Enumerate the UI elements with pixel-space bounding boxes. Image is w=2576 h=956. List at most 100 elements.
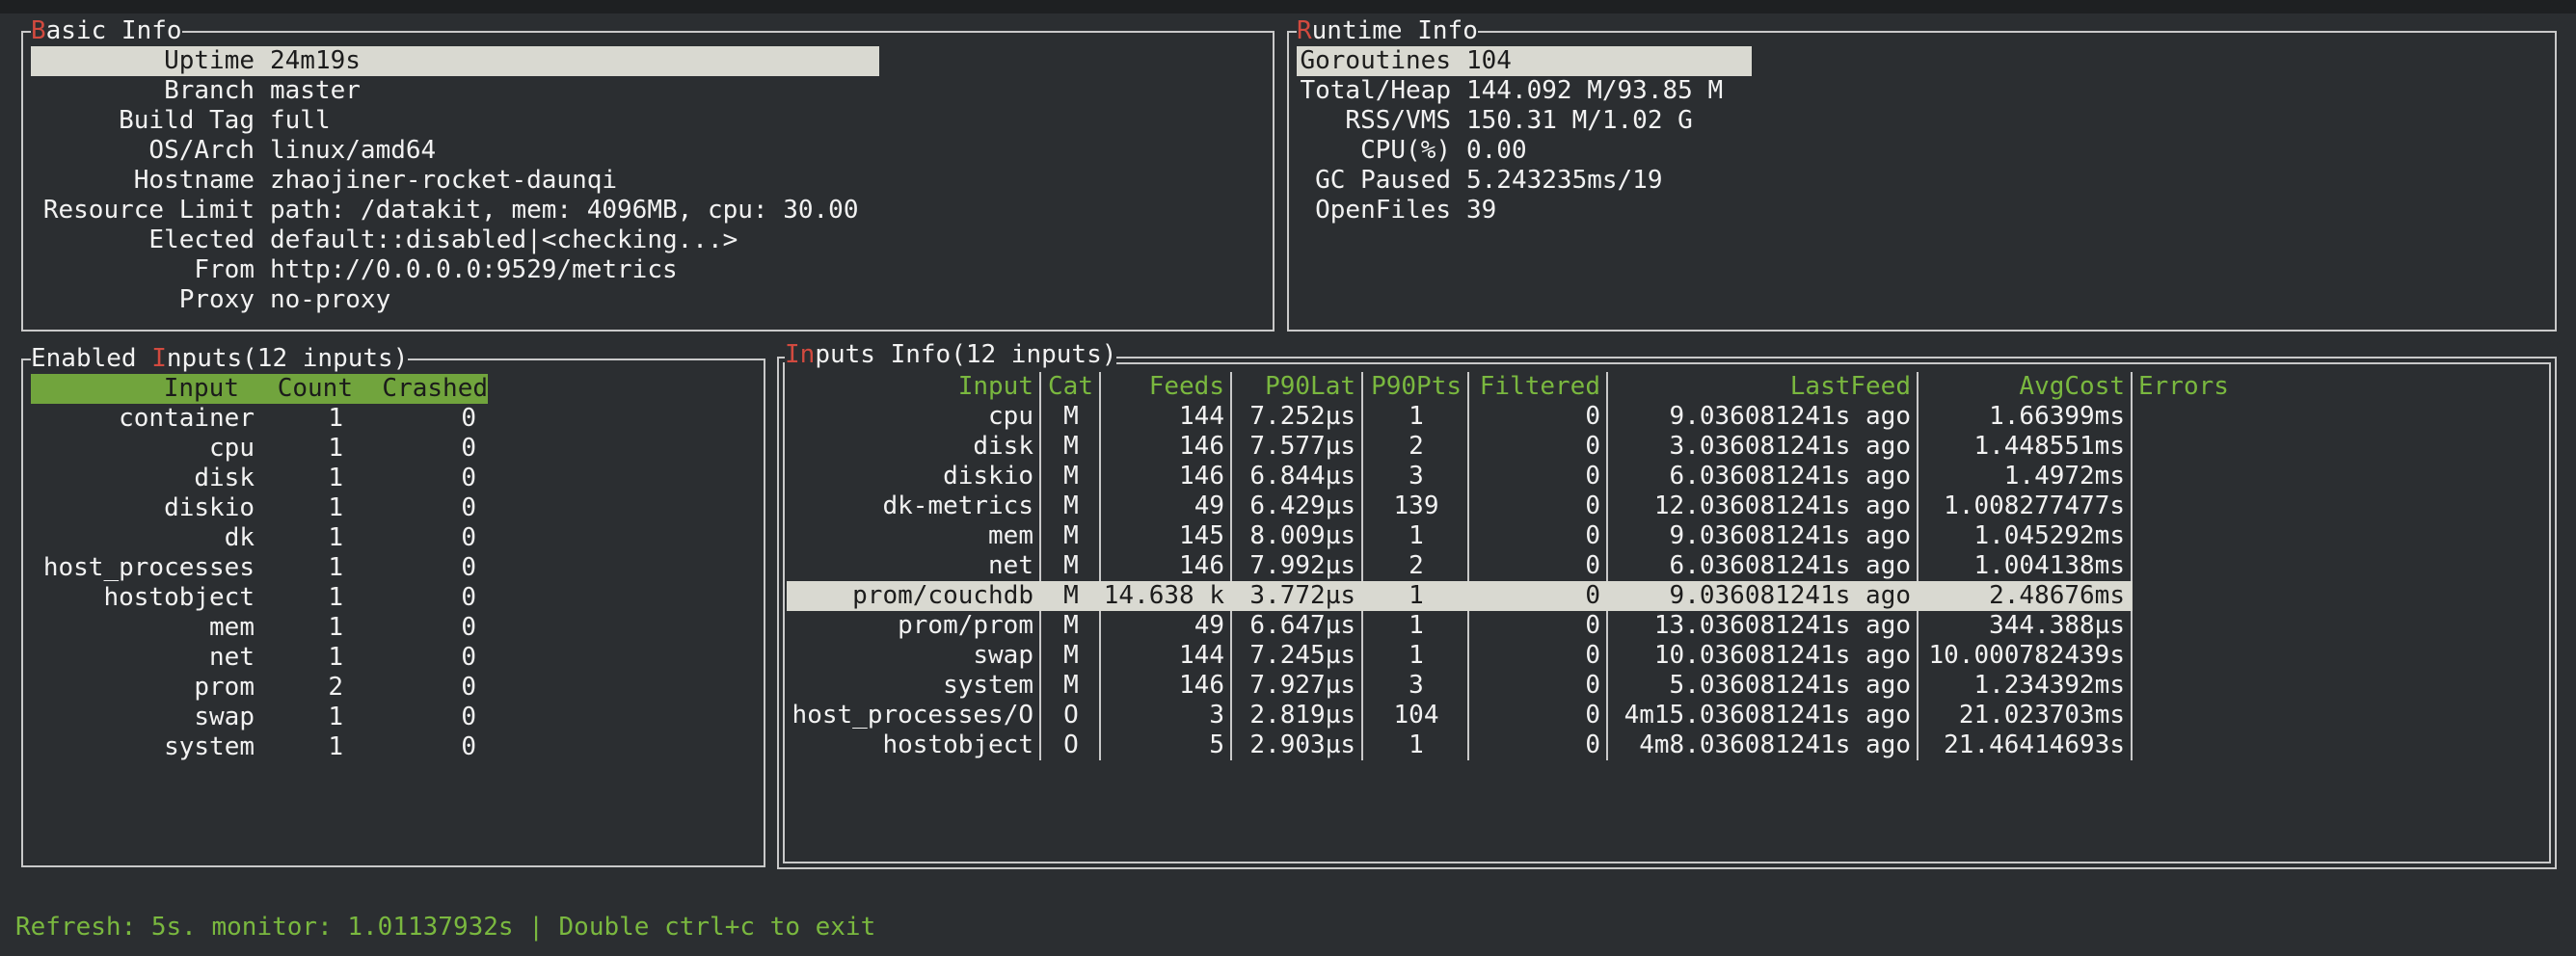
input-avg-cost: 2.48676ms [1989,581,2125,610]
inputs-info-row[interactable]: cpu M 144 7.252µs 1 0 9.036081241s ago 1.66399m… [777,402,2512,432]
enabled-inputs-row[interactable]: net 1 0 [31,643,488,673]
input-p90-latency: 7.927µs [1249,671,1355,700]
input-p90-points: 2 [1409,432,1424,461]
input-filtered: 0 [1585,641,1600,670]
basic-info-panel: Basic Info Uptime 24m19s Branch master Build… [21,16,1275,332]
basic-info-label: Resource Limit [42,196,255,225]
input-last-feed: 13.036081241s ago [1653,611,1911,640]
inputs-info-row[interactable]: system M 146 7.927µs 3 0 5.036081241s ago 1.234… [777,671,2512,701]
input-name: disk [194,464,255,492]
inputs-info-column-header[interactable]: P90Lat [1232,372,1363,402]
basic-info-title: Basic Info [31,16,182,45]
input-p90-points: 3 [1409,462,1424,491]
input-avg-cost: 344.388µs [1989,611,2125,640]
inputs-info-row[interactable]: net M 146 7.992µs 2 0 6.036081241s ago 1.004138… [777,551,2512,581]
basic-info-label: OS/Arch [148,136,255,165]
inputs-info-column-header[interactable]: LastFeed [1608,372,1919,402]
enabled-inputs-column-header: Crashed [382,374,488,403]
enabled-inputs-row[interactable]: cpu 1 0 [31,434,488,464]
input-p90-latency: 6.647µs [1249,611,1355,640]
inputs-info-row[interactable]: prom/couchdb M 14.638 k 3.772µs 1 0 9.03608124… [777,581,2512,611]
input-last-feed: 9.036081241s ago [1669,402,1911,431]
runtime-info-label: CPU(%) [1360,136,1451,165]
column-separator [1917,372,1919,760]
input-avg-cost: 1.004138ms [1973,551,2125,580]
inputs-info-row[interactable]: hostobject O 5 2.903µs 1 0 4m8.036081241s ago 2… [777,730,2512,760]
input-crashed: 0 [461,703,476,731]
input-avg-cost: 1.234392ms [1973,671,2125,700]
inputs-info-title: Inputs Info(12 inputs) [785,340,1117,369]
runtime-info-value: 5.243235ms/19 [1466,166,1663,195]
input-last-feed: 4m15.036081241s ago [1623,701,1911,730]
basic-info-label: Elected [148,226,255,254]
input-name: diskio [164,493,255,522]
inputs-info-column-header[interactable]: Filtered [1469,372,1608,402]
inputs-info-row[interactable]: disk M 146 7.577µs 2 0 3.036081241s ago 1.44855… [777,432,2512,462]
enabled-inputs-header: Input Count Crashed [31,374,488,404]
input-feeds: 146 [1179,462,1224,491]
inputs-info-column-header[interactable]: Cat [1041,372,1101,402]
input-count: 1 [328,553,343,582]
input-name: hostobject [882,730,1033,759]
enabled-inputs-column-header: Count [277,374,353,403]
runtime-info-label: Goroutines [1300,46,1451,75]
input-feeds: 49 [1194,491,1224,520]
basic-info-row: OS/Arch linux/amd64 [31,136,1255,166]
input-p90-points: 1 [1409,581,1424,610]
input-crashed: 0 [461,434,476,463]
inputs-info-row[interactable]: prom/prom M 49 6.647µs 1 0 13.036081241s ago 34… [777,611,2512,641]
inputs-info-row[interactable]: dk-metrics M 49 6.429µs 139 0 12.036081241s ag… [777,491,2512,521]
runtime-info-value: 144.092 M/93.85 M [1466,76,1724,105]
enabled-inputs-row[interactable]: system 1 0 [31,732,488,762]
input-name: cpu [988,402,1033,431]
input-name: net [209,643,255,672]
enabled-inputs-row[interactable]: swap 1 0 [31,703,488,732]
enabled-inputs-row[interactable]: hostobject 1 0 [31,583,488,613]
inputs-info-column-header[interactable]: P90Pts [1363,372,1469,402]
basic-info-label: Proxy [178,285,255,314]
input-category: M [1063,402,1079,431]
inputs-info-column-header[interactable]: Errors [2133,372,2287,402]
input-p90-latency: 6.844µs [1249,462,1355,491]
terminal-top-edge [0,0,2576,13]
input-last-feed: 3.036081241s ago [1669,432,1911,461]
inputs-info-column-header[interactable]: AvgCost [1919,372,2133,402]
runtime-info-label: GC Paused [1315,166,1451,195]
input-category: M [1063,491,1079,520]
input-category: M [1063,551,1079,580]
basic-info-label: Hostname [133,166,255,195]
input-name: system [943,671,1033,700]
basic-info-value: default::disabled|<checking...> [270,226,738,254]
inputs-info-row[interactable]: diskio M 146 6.844µs 3 0 6.036081241s ago 1.497… [777,462,2512,491]
input-filtered: 0 [1585,551,1600,580]
selected-row-highlight [787,581,2133,611]
input-count: 1 [328,643,343,672]
enabled-inputs-row[interactable]: prom 2 0 [31,673,488,703]
enabled-inputs-row[interactable]: disk 1 0 [31,464,488,493]
input-count: 1 [328,732,343,761]
enabled-inputs-row[interactable]: diskio 1 0 [31,493,488,523]
inputs-info-column-header[interactable]: Feeds [1101,372,1232,402]
inputs-info-row[interactable]: swap M 144 7.245µs 1 0 10.036081241s ago 10.000… [777,641,2512,671]
enabled-inputs-panel: Enabled Inputs(12 inputs) Input Count Cras… [21,344,765,867]
basic-info-value: linux/amd64 [270,136,437,165]
basic-info-label: Uptime [164,46,255,75]
basic-info-row: Elected default::disabled|<checking...> [31,226,1255,255]
enabled-inputs-row[interactable]: container 1 0 [31,404,488,434]
input-filtered: 0 [1585,491,1600,520]
input-crashed: 0 [461,404,476,433]
enabled-inputs-row[interactable]: mem 1 0 [31,613,488,643]
enabled-inputs-row[interactable]: host_processes 1 0 [31,553,488,583]
input-avg-cost: 1.045292ms [1973,521,2125,550]
inputs-info-column-header[interactable]: Input [787,372,1041,402]
input-filtered: 0 [1585,581,1600,610]
input-category: M [1063,671,1079,700]
runtime-info-row: Goroutines 104 [1297,46,1752,76]
inputs-info-row[interactable]: host_processes/O O 3 2.819µs 104 0 4m15.036081… [777,701,2512,730]
enabled-inputs-row[interactable]: dk 1 0 [31,523,488,553]
input-filtered: 0 [1585,521,1600,550]
input-avg-cost: 1.66399ms [1989,402,2125,431]
input-p90-points: 1 [1409,521,1424,550]
inputs-info-row[interactable]: mem M 145 8.009µs 1 0 9.036081241s ago 1.045292… [777,521,2512,551]
input-count: 1 [328,583,343,612]
